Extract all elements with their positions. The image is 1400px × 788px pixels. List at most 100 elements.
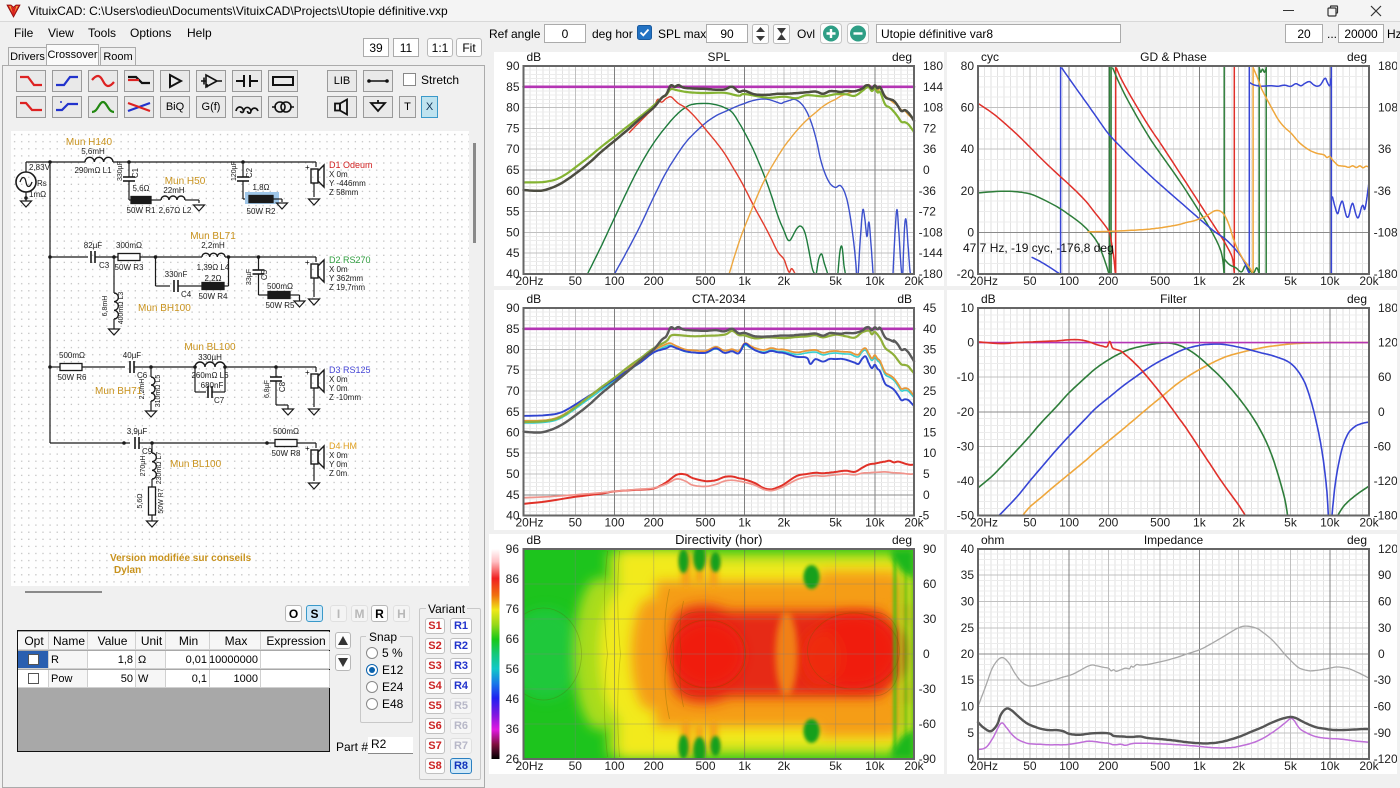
svg-text:1k: 1k: [738, 274, 752, 286]
svg-text:47,7 Hz, -19 cyc, -176,8 deg: 47,7 Hz, -19 cyc, -176,8 deg: [963, 241, 1114, 255]
svg-text:Mun BH71: Mun BH71: [95, 386, 143, 397]
svg-text:X 0m: X 0m: [329, 451, 348, 460]
svg-text:20k: 20k: [904, 274, 924, 286]
svg-text:30: 30: [923, 612, 937, 626]
svg-text:2k: 2k: [777, 759, 791, 773]
svg-text:-36: -36: [1374, 184, 1392, 198]
svg-text:C4: C4: [181, 290, 192, 299]
svg-text:500mΩ: 500mΩ: [59, 351, 85, 360]
svg-text:108: 108: [1378, 101, 1397, 115]
svg-text:5,6Ω: 5,6Ω: [132, 184, 149, 193]
svg-text:2,67Ω L2: 2,67Ω L2: [159, 206, 192, 215]
svg-text:500: 500: [1150, 759, 1170, 773]
svg-text:400mΩ L3: 400mΩ L3: [118, 292, 125, 325]
svg-text:82µF: 82µF: [84, 241, 103, 250]
svg-text:Mun BL100: Mun BL100: [170, 459, 222, 470]
svg-text:50: 50: [1023, 516, 1037, 530]
svg-text:2,2Ω: 2,2Ω: [204, 274, 221, 283]
svg-text:10k: 10k: [1320, 274, 1340, 286]
svg-text:10: 10: [961, 301, 975, 315]
svg-text:5k: 5k: [1284, 759, 1298, 773]
svg-text:50: 50: [1023, 274, 1037, 286]
svg-text:C6: C6: [137, 371, 148, 380]
svg-text:200: 200: [644, 516, 664, 530]
svg-text:6,8µF: 6,8µF: [264, 380, 271, 398]
svg-text:60: 60: [923, 577, 937, 591]
svg-text:96: 96: [506, 542, 520, 556]
svg-text:Dylan: Dylan: [114, 565, 141, 576]
svg-text:20: 20: [923, 405, 937, 419]
svg-text:60: 60: [1378, 370, 1392, 384]
svg-text:5,6Ω: 5,6Ω: [137, 494, 144, 509]
svg-text:20Hz: 20Hz: [515, 759, 543, 773]
svg-text:500: 500: [695, 759, 715, 773]
svg-text:D4 HM: D4 HM: [329, 441, 357, 451]
svg-text:dB: dB: [981, 292, 996, 306]
svg-text:Rs: Rs: [37, 179, 47, 188]
svg-text:C7: C7: [214, 396, 225, 405]
svg-text:Mun BH100: Mun BH100: [138, 303, 191, 314]
svg-text:1k: 1k: [738, 759, 752, 773]
svg-text:dB: dB: [527, 52, 542, 64]
svg-text:86: 86: [506, 572, 520, 586]
svg-text:80: 80: [961, 59, 975, 73]
svg-text:260mΩ L6: 260mΩ L6: [191, 371, 229, 380]
svg-text:500: 500: [695, 274, 715, 286]
svg-text:60: 60: [506, 184, 520, 198]
svg-text:100: 100: [1059, 759, 1079, 773]
svg-text:10k: 10k: [865, 274, 885, 286]
svg-text:30: 30: [961, 595, 975, 609]
svg-text:40: 40: [961, 542, 975, 556]
svg-text:+: +: [305, 444, 310, 453]
svg-text:22mH: 22mH: [163, 186, 185, 195]
svg-text:deg: deg: [1347, 534, 1367, 547]
svg-text:200: 200: [1098, 274, 1118, 286]
svg-text:75: 75: [506, 121, 520, 135]
svg-text:+: +: [305, 163, 310, 172]
svg-text:50W R1: 50W R1: [127, 206, 156, 215]
svg-text:500: 500: [1150, 516, 1170, 530]
svg-text:-36: -36: [919, 184, 937, 198]
svg-text:50: 50: [569, 759, 583, 773]
svg-text:36: 36: [1378, 142, 1392, 156]
svg-text:120: 120: [1378, 542, 1397, 556]
svg-text:2k: 2k: [777, 516, 791, 530]
svg-text:-120: -120: [1374, 474, 1397, 488]
svg-text:X 0m: X 0m: [329, 265, 348, 274]
svg-text:36: 36: [923, 142, 937, 156]
svg-text:1k: 1k: [738, 516, 752, 530]
svg-text:500mΩ: 500mΩ: [273, 427, 299, 436]
svg-text:Impedance: Impedance: [1144, 534, 1204, 547]
svg-text:10k: 10k: [1320, 516, 1340, 530]
svg-text:D3 RS125: D3 RS125: [329, 365, 371, 375]
svg-text:45: 45: [506, 246, 520, 260]
svg-text:270µH: 270µH: [140, 456, 147, 477]
svg-text:50: 50: [569, 516, 583, 530]
svg-text:120: 120: [1378, 336, 1397, 350]
svg-text:3,9µF: 3,9µF: [127, 427, 148, 436]
svg-text:72: 72: [923, 121, 937, 135]
svg-text:Z 58mm: Z 58mm: [329, 188, 359, 197]
svg-text:10: 10: [961, 700, 975, 714]
svg-text:65: 65: [506, 405, 520, 419]
svg-text:5,6mH: 5,6mH: [81, 147, 105, 156]
svg-text:40: 40: [923, 322, 937, 336]
svg-text:1k: 1k: [1193, 516, 1207, 530]
svg-text:20Hz: 20Hz: [970, 516, 998, 530]
svg-text:-90: -90: [1374, 726, 1392, 740]
svg-text:15: 15: [923, 426, 937, 440]
svg-text:deg: deg: [1347, 292, 1367, 306]
svg-text:90: 90: [923, 542, 937, 556]
svg-text:-30: -30: [1374, 673, 1392, 687]
svg-text:180: 180: [923, 59, 943, 73]
svg-text:20k: 20k: [1359, 274, 1379, 286]
svg-text:20Hz: 20Hz: [970, 274, 998, 286]
svg-text:-60: -60: [1374, 439, 1392, 453]
svg-text:300mΩ: 300mΩ: [116, 241, 142, 250]
svg-text:30: 30: [1378, 621, 1392, 635]
svg-text:deg: deg: [892, 52, 912, 64]
svg-text:50W R8: 50W R8: [272, 449, 301, 458]
svg-text:Z 19,7mm: Z 19,7mm: [329, 283, 365, 292]
svg-text:25: 25: [961, 621, 975, 635]
svg-text:C1: C1: [131, 167, 140, 178]
